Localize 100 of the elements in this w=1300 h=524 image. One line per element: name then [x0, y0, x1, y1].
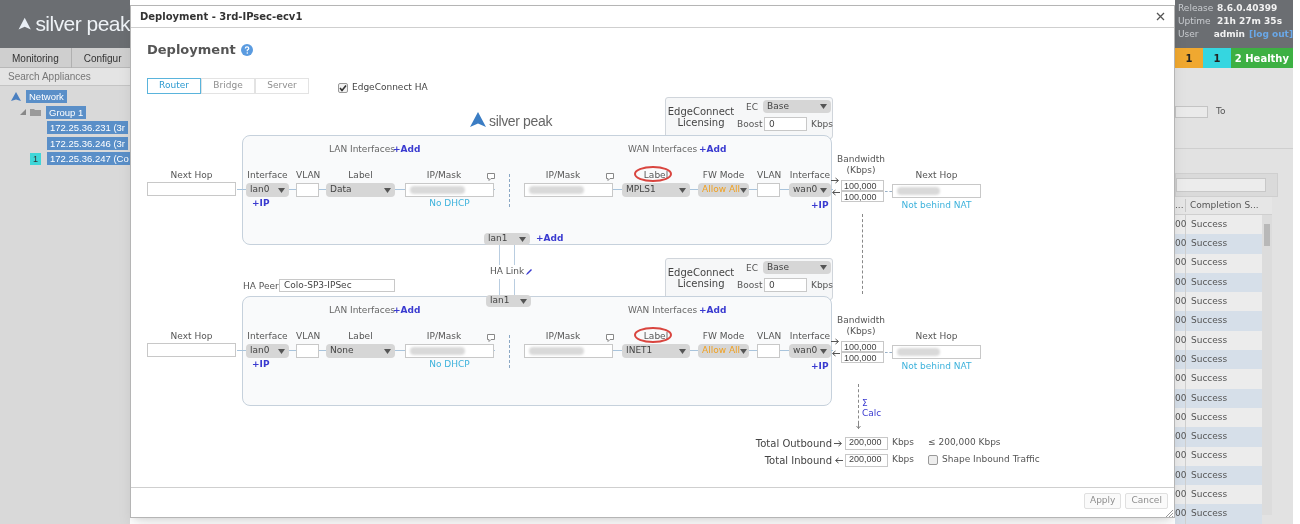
column-header: Label: [642, 169, 670, 182]
add-link[interactable]: +Add: [393, 143, 421, 157]
info-value: admin: [1213, 27, 1246, 41]
table-row[interactable]: 00 Success: [1175, 272, 1262, 293]
interface-select[interactable]: lan1: [484, 233, 530, 245]
vlan-field[interactable]: [296, 344, 319, 358]
ip-mask-field[interactable]: [405, 183, 494, 197]
add-link[interactable]: +Add: [536, 232, 564, 246]
add-link[interactable]: +Add: [699, 143, 727, 157]
interface-select[interactable]: lan0: [246, 344, 289, 358]
table-row[interactable]: 00 Success: [1175, 253, 1262, 273]
interface-select[interactable]: wan0: [789, 183, 831, 197]
mode-tab[interactable]: Bridge: [201, 78, 255, 94]
add-link[interactable]: +IP: [252, 197, 270, 211]
checkbox[interactable]: [928, 455, 939, 465]
boost-field[interactable]: 0: [764, 278, 807, 292]
count-badge: 1: [30, 152, 41, 165]
redacted-bar: [897, 187, 941, 195]
license-select[interactable]: Base: [763, 261, 831, 274]
redacted-bar: [529, 186, 585, 194]
table-row[interactable]: 00 Success: [1175, 369, 1262, 389]
add-link[interactable]: +IP: [811, 199, 829, 213]
bandwidth-field[interactable]: 100,000: [841, 352, 884, 363]
table-row[interactable]: 00 Success: [1175, 388, 1262, 408]
add-link[interactable]: +Add: [393, 304, 421, 318]
nav-tab[interactable]: Configur: [71, 48, 130, 68]
vlan-field[interactable]: [757, 344, 780, 358]
section-title: LAN Interfaces: [329, 143, 395, 156]
table-row[interactable]: 00 Success: [1175, 504, 1262, 524]
table-cell-text: Success: [1190, 449, 1228, 463]
column-header: IP/Mask: [425, 169, 463, 182]
table-row[interactable]: 00 Success: [1175, 350, 1262, 370]
ec-label: EC: [746, 262, 758, 275]
next-hop-field[interactable]: [147, 182, 236, 196]
divider-line: [509, 335, 510, 368]
bandwidth-field[interactable]: 100,000: [841, 180, 884, 191]
table-row[interactable]: 00 Success: [1175, 485, 1262, 505]
label-select[interactable]: Data: [326, 183, 395, 197]
next-hop-field[interactable]: [892, 345, 981, 359]
filter-field[interactable]: [1176, 178, 1266, 192]
bandwidth-field[interactable]: 100,000: [841, 191, 884, 202]
interface-select[interactable]: wan0: [789, 344, 831, 358]
label-select[interactable]: INET1: [622, 344, 690, 358]
label-select[interactable]: None: [326, 344, 395, 358]
table-row[interactable]: 00 Success: [1175, 311, 1262, 331]
caret-icon: [820, 187, 827, 193]
mode-tab[interactable]: Server: [255, 78, 309, 94]
add-link[interactable]: +IP: [252, 358, 270, 372]
table-row[interactable]: 00 Success: [1175, 234, 1262, 254]
bandwidth-field[interactable]: 100,000: [841, 341, 884, 352]
add-link[interactable]: +Add: [699, 304, 727, 318]
total-field[interactable]: 200,000: [845, 453, 888, 467]
ip-mask-field[interactable]: [524, 183, 613, 197]
column-header: VLAN: [296, 330, 319, 343]
column-header: Label: [347, 330, 374, 343]
table-row[interactable]: 00 Success: [1175, 446, 1262, 466]
table-row[interactable]: 00 Success: [1175, 427, 1262, 447]
column-header: Bandwidth (Kbps): [836, 154, 886, 176]
boost-field[interactable]: 0: [764, 117, 807, 131]
alarm-count[interactable]: 1: [1202, 48, 1231, 68]
caret-icon: [679, 187, 686, 193]
column-header: Next Hop: [914, 330, 959, 343]
interface-select[interactable]: lan1: [486, 295, 531, 307]
dhcp-status: No DHCP: [428, 358, 471, 371]
redacted-bar: [897, 348, 941, 356]
vlan-field[interactable]: [296, 183, 319, 197]
calc-link[interactable]: Calc: [862, 407, 882, 421]
pencil-icon: [525, 267, 534, 276]
add-link[interactable]: +IP: [811, 360, 829, 374]
column-header: Interface: [789, 330, 831, 343]
column-header: Interface: [246, 169, 289, 182]
to-label: To: [1216, 105, 1226, 119]
ip-mask-field[interactable]: [405, 344, 494, 358]
column-header[interactable]: Completion S...: [1186, 198, 1259, 213]
next-hop-field[interactable]: [147, 343, 236, 357]
label-select[interactable]: MPLS1: [622, 183, 690, 197]
table-row[interactable]: 00 Success: [1175, 292, 1262, 312]
scrollbar-thumb[interactable]: [1264, 224, 1270, 246]
alarm-count[interactable]: 1: [1175, 48, 1203, 68]
vlan-field[interactable]: [757, 183, 780, 197]
date-field[interactable]: [1175, 106, 1208, 118]
arrow-icon: [831, 177, 840, 184]
table-row[interactable]: 00 Success: [1175, 465, 1262, 486]
next-hop-field[interactable]: [892, 184, 981, 198]
table-row[interactable]: 00 Success: [1175, 215, 1262, 235]
redacted-bar: [529, 347, 585, 355]
license-select[interactable]: Base: [763, 100, 831, 113]
comment-icon: [606, 334, 614, 342]
ip-mask-field[interactable]: [524, 344, 613, 358]
total-field[interactable]: 200,000: [845, 436, 888, 450]
table-row[interactable]: 00 Success: [1175, 330, 1262, 351]
table-cell-text: Success: [1190, 391, 1228, 405]
interface-select[interactable]: lan0: [246, 183, 289, 197]
scrollbar[interactable]: [1262, 215, 1272, 515]
checkbox[interactable]: [338, 82, 348, 93]
search-field[interactable]: Search Appliances: [0, 68, 130, 86]
ha-peer-field[interactable]: Colo-SP3-IPSec: [279, 279, 395, 292]
table-cell-text: Success: [1190, 314, 1228, 328]
table-row[interactable]: 00 Success: [1175, 407, 1262, 428]
table-cell-text: Success: [1190, 217, 1228, 231]
